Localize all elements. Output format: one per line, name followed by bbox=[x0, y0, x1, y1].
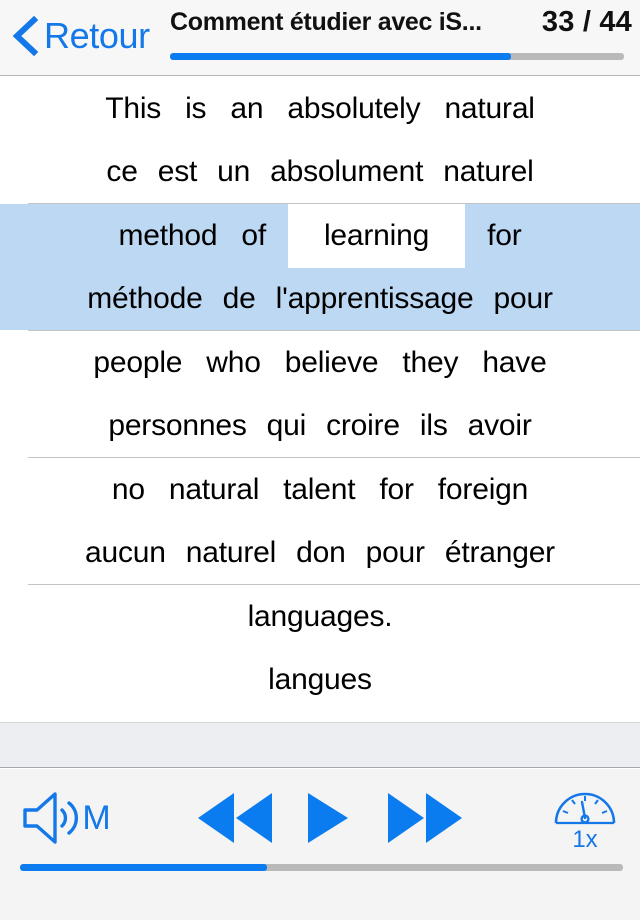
sentence-pair-row[interactable]: no natural talent for foreign aucun naturel don… bbox=[0, 458, 640, 584]
word-token[interactable]: foreign bbox=[436, 474, 530, 505]
word-token[interactable]: avoir bbox=[466, 410, 534, 441]
active-word-chip[interactable]: learning bbox=[287, 203, 466, 268]
word-token[interactable]: they bbox=[400, 347, 460, 378]
target-language-line: ce est un absolument naturel bbox=[0, 140, 640, 203]
word-token[interactable]: pour bbox=[364, 537, 427, 568]
app-root: Retour Comment étudier avec iS... 33 / 4… bbox=[0, 0, 640, 920]
playback-speed-button[interactable]: 1x bbox=[540, 781, 630, 855]
bilingual-sentence-list[interactable]: This is an absolutely natural ce est un absolume… bbox=[0, 77, 640, 722]
word-token[interactable]: an bbox=[228, 93, 265, 124]
word-token[interactable]: langues bbox=[266, 664, 374, 695]
word-token[interactable]: naturel bbox=[441, 156, 535, 187]
word-token[interactable]: no bbox=[110, 474, 147, 505]
word-token[interactable]: believe bbox=[283, 347, 381, 378]
word-token[interactable]: personnes bbox=[106, 410, 248, 441]
back-button-label: Retour bbox=[44, 15, 150, 56]
target-language-line: langues bbox=[0, 648, 640, 711]
word-token[interactable]: méthode bbox=[85, 283, 204, 314]
word-token[interactable]: est bbox=[156, 156, 199, 187]
chevron-left-icon bbox=[12, 16, 38, 56]
source-language-line: languages. bbox=[0, 585, 640, 648]
word-token[interactable]: who bbox=[204, 347, 262, 378]
speedometer-icon bbox=[554, 792, 616, 824]
playback-progress-bar[interactable] bbox=[20, 864, 623, 871]
word-token[interactable]: languages. bbox=[246, 601, 395, 632]
word-token[interactable]: method bbox=[116, 220, 219, 251]
word-token[interactable]: de bbox=[221, 283, 258, 314]
target-language-line: aucun naturel don pour étranger bbox=[0, 521, 640, 584]
playback-speed-label: 1x bbox=[572, 825, 598, 853]
word-token[interactable]: l'apprentissage bbox=[274, 283, 476, 314]
sentence-pair-row[interactable]: languages. langues bbox=[0, 585, 640, 711]
sentence-pair-row[interactable]: method of learning for méthode de l'apprentiss… bbox=[0, 203, 640, 330]
word-token[interactable]: un bbox=[215, 156, 252, 187]
sentence-pair-row[interactable]: This is an absolutely natural ce est un absolume… bbox=[0, 77, 640, 203]
target-language-line: personnes qui croire ils avoir bbox=[0, 394, 640, 457]
toolbar-spacer-band bbox=[0, 722, 640, 768]
lesson-progress-fill bbox=[170, 53, 511, 60]
fast-forward-icon bbox=[388, 793, 462, 843]
word-token[interactable]: ils bbox=[418, 410, 450, 441]
page-counter: 33 / 44 bbox=[541, 6, 632, 38]
play-icon bbox=[308, 793, 348, 843]
word-token[interactable]: aucun bbox=[83, 537, 168, 568]
source-language-line: This is an absolutely natural bbox=[0, 77, 640, 140]
word-token[interactable]: don bbox=[294, 537, 347, 568]
navigation-header: Retour Comment étudier avec iS... 33 / 4… bbox=[0, 0, 640, 76]
word-token[interactable]: pour bbox=[491, 283, 554, 314]
word-token[interactable]: absolutely bbox=[285, 93, 422, 124]
word-token[interactable]: of bbox=[239, 220, 268, 251]
play-button[interactable] bbox=[296, 789, 358, 847]
playback-controls: M 1x bbox=[0, 769, 640, 861]
word-token[interactable]: natural bbox=[167, 474, 261, 505]
lesson-progress-bar[interactable] bbox=[170, 53, 624, 60]
word-token[interactable]: naturel bbox=[184, 537, 278, 568]
word-token[interactable]: talent bbox=[281, 474, 357, 505]
word-token[interactable]: for bbox=[485, 220, 523, 251]
word-token[interactable]: ce bbox=[104, 156, 139, 187]
playback-progress-fill bbox=[20, 864, 268, 871]
speaker-wave-icon bbox=[23, 792, 79, 844]
word-token[interactable]: have bbox=[480, 347, 548, 378]
word-token[interactable]: natural bbox=[442, 93, 536, 124]
target-language-line: méthode de l'apprentissage pour bbox=[0, 267, 640, 330]
page-title: Comment étudier avec iS... bbox=[170, 8, 482, 36]
word-token[interactable]: croire bbox=[324, 410, 402, 441]
word-token[interactable]: people bbox=[91, 347, 184, 378]
word-token[interactable]: is bbox=[183, 93, 208, 124]
rewind-button[interactable] bbox=[196, 789, 274, 847]
word-token[interactable]: qui bbox=[265, 410, 308, 441]
rewind-icon bbox=[198, 793, 272, 843]
fast-forward-button[interactable] bbox=[386, 789, 464, 847]
source-language-line: method of learning for bbox=[0, 203, 640, 268]
playback-toolbar: M 1x bbox=[0, 769, 640, 920]
word-token[interactable]: This bbox=[103, 93, 163, 124]
volume-mode-button[interactable]: M bbox=[10, 787, 120, 849]
sentence-pair-row[interactable]: people who believe they have personnes qui croi… bbox=[0, 331, 640, 457]
source-language-line: people who believe they have bbox=[0, 331, 640, 394]
word-token[interactable]: absolument bbox=[268, 156, 425, 187]
word-token[interactable]: for bbox=[377, 474, 415, 505]
back-button[interactable]: Retour bbox=[12, 12, 150, 60]
volume-mode-label: M bbox=[82, 799, 111, 837]
source-language-line: no natural talent for foreign bbox=[0, 458, 640, 521]
word-token[interactable]: étranger bbox=[443, 537, 557, 568]
